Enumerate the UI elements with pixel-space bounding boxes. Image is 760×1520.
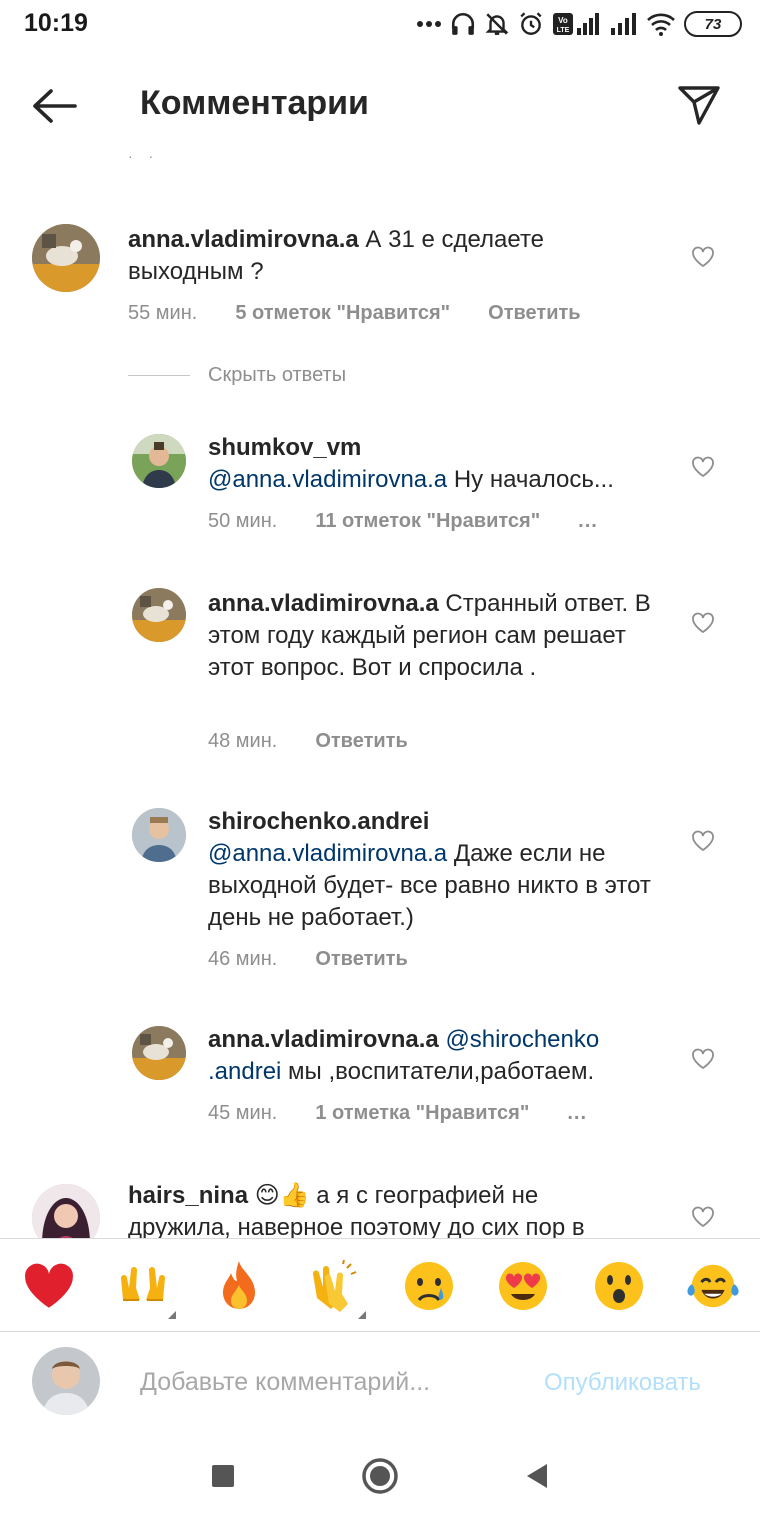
like-button[interactable] bbox=[688, 1044, 718, 1074]
triangle-back-icon bbox=[527, 1464, 547, 1488]
headphones-icon bbox=[451, 12, 475, 35]
wifi-icon bbox=[647, 13, 675, 36]
status-icons: Vo LTE 73 bbox=[416, 8, 742, 40]
avatar[interactable] bbox=[132, 434, 186, 488]
muted-bell-icon bbox=[485, 13, 509, 35]
comment-username[interactable]: shirochenko.andrei bbox=[208, 808, 429, 835]
volte-signal-icon: Vo LTE bbox=[553, 13, 599, 35]
recents-button[interactable] bbox=[200, 1453, 246, 1499]
comment-mention[interactable]: @shirochenko bbox=[445, 1026, 599, 1053]
avatar[interactable] bbox=[132, 808, 186, 862]
comment-input[interactable] bbox=[140, 1361, 520, 1403]
comment-composer: Опубликовать bbox=[0, 1333, 760, 1431]
tears-of-joy-emoji-icon[interactable] bbox=[686, 1259, 740, 1313]
battery-indicator: 73 bbox=[684, 11, 742, 37]
reply-button[interactable]: Ответить bbox=[315, 730, 407, 753]
like-button[interactable] bbox=[688, 1202, 718, 1232]
comment-text: мы ,воспитатели,работаем. bbox=[281, 1058, 595, 1085]
comment-username[interactable]: anna.vladimirovna.a bbox=[208, 1026, 439, 1053]
raising-hands-emoji-icon[interactable] bbox=[116, 1259, 176, 1319]
home-button[interactable] bbox=[357, 1453, 403, 1499]
comment-mention[interactable]: @anna.vladimirovna.a bbox=[208, 466, 447, 493]
comment-list[interactable]: · · anna.vladimirovna.a А 31 е сделаете … bbox=[0, 152, 760, 1238]
red-heart-emoji-icon[interactable] bbox=[22, 1259, 76, 1313]
hide-replies-label: Скрыть ответы bbox=[208, 364, 347, 386]
divider bbox=[128, 374, 190, 377]
square-icon bbox=[212, 1465, 234, 1487]
svg-text:Vo: Vo bbox=[558, 16, 568, 25]
comment-time: 50 мин. bbox=[208, 510, 278, 532]
heart-outline-icon bbox=[692, 456, 714, 478]
header: Комментарии bbox=[0, 56, 760, 152]
avatar[interactable] bbox=[32, 1184, 100, 1238]
system-nav-bar bbox=[0, 1431, 760, 1520]
hide-replies-toggle[interactable]: Скрыть ответы bbox=[128, 364, 346, 387]
heart-outline-icon bbox=[692, 246, 714, 268]
alarm-icon bbox=[520, 12, 542, 35]
clapping-hands-emoji-icon[interactable] bbox=[306, 1259, 366, 1319]
comment-time: 55 мин. bbox=[128, 302, 198, 324]
comment-time: 46 мин. bbox=[208, 948, 278, 970]
comment-text: Ну началось... bbox=[447, 466, 614, 493]
circle-icon bbox=[362, 1458, 398, 1494]
reply-button[interactable]: Ответить bbox=[315, 948, 407, 971]
arrow-back-icon bbox=[33, 89, 77, 123]
comment-username[interactable]: anna.vladimirovna.a bbox=[128, 226, 359, 253]
reply-button[interactable]: Ответить bbox=[488, 302, 580, 325]
like-button[interactable] bbox=[688, 242, 718, 272]
avatar[interactable] bbox=[132, 1026, 186, 1080]
emoji-quick-bar bbox=[0, 1238, 760, 1332]
publish-button[interactable]: Опубликовать bbox=[544, 1369, 701, 1397]
heart-outline-icon bbox=[692, 830, 714, 852]
heart-outline-icon bbox=[692, 1206, 714, 1228]
crying-face-emoji-icon[interactable] bbox=[402, 1259, 456, 1313]
heart-eyes-emoji-icon[interactable] bbox=[496, 1259, 550, 1313]
comment-username[interactable]: anna.vladimirovna.a bbox=[208, 590, 439, 617]
like-button[interactable] bbox=[688, 608, 718, 638]
comment-likes-count[interactable]: 5 отметок "Нравится" bbox=[235, 302, 450, 325]
comment-mention[interactable]: @anna.vladimirovna.a bbox=[208, 840, 447, 867]
skin-tone-indicator bbox=[168, 1311, 176, 1319]
back-button[interactable] bbox=[26, 78, 82, 134]
heart-outline-icon bbox=[692, 612, 714, 634]
share-button[interactable] bbox=[672, 78, 726, 132]
like-button[interactable] bbox=[688, 826, 718, 856]
fire-emoji-icon[interactable] bbox=[212, 1259, 266, 1313]
current-user-avatar bbox=[32, 1347, 100, 1415]
comment-mention-continued[interactable]: .andrei bbox=[208, 1058, 281, 1085]
like-button[interactable] bbox=[688, 452, 718, 482]
more-options-button[interactable]: ... bbox=[578, 510, 598, 533]
comment-time: 48 мин. bbox=[208, 730, 278, 752]
paper-plane-icon bbox=[678, 86, 720, 125]
more-dots-icon bbox=[417, 21, 441, 27]
comment-time: 45 мин. bbox=[208, 1102, 278, 1124]
page-title: Комментарии bbox=[140, 84, 369, 122]
status-bar: 10:19 Vo LTE 73 bbox=[0, 0, 760, 48]
signal-icon bbox=[611, 13, 636, 35]
comment-username[interactable]: hairs_nina bbox=[128, 1182, 248, 1209]
skin-tone-indicator bbox=[358, 1311, 366, 1319]
svg-text:LTE: LTE bbox=[557, 27, 570, 34]
cut-off-previous-comment: · · bbox=[128, 152, 160, 164]
comment-likes-count[interactable]: 11 отметок "Нравится" bbox=[315, 510, 540, 533]
comment-likes-count[interactable]: 1 отметка "Нравится" bbox=[315, 1102, 529, 1125]
comment-emojis: 😊👍 bbox=[254, 1182, 310, 1209]
avatar[interactable] bbox=[32, 224, 100, 292]
heart-outline-icon bbox=[692, 1048, 714, 1070]
comment-username[interactable]: shumkov_vm bbox=[208, 434, 361, 461]
astonished-face-emoji-icon[interactable] bbox=[592, 1259, 646, 1313]
avatar[interactable] bbox=[132, 588, 186, 642]
more-options-button[interactable]: ... bbox=[567, 1102, 587, 1125]
back-nav-button[interactable] bbox=[514, 1453, 560, 1499]
status-time: 10:19 bbox=[24, 9, 88, 37]
